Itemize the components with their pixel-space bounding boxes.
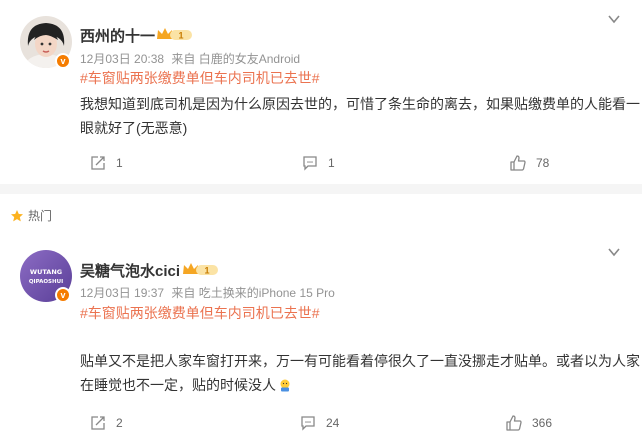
comment-button[interactable]: 24	[300, 415, 339, 431]
chevron-down-icon[interactable]	[606, 11, 622, 27]
hashtag-link[interactable]: #车窗贴两张缴费单但车内司机已去世#	[80, 68, 320, 88]
vip-level-label: 1	[204, 266, 209, 276]
post-content: 我想知道到底司机是因为什么原因去世的，可惜了条生命的离去，如果贴缴费单的人能看一…	[80, 96, 640, 136]
share-icon	[91, 416, 105, 430]
thumbs-up-icon	[510, 155, 526, 171]
post-card: v 西州的十一 1 12月03日 20:38 来自 白鹿的女友Android #…	[0, 0, 642, 184]
share-button[interactable]: 1	[90, 155, 123, 171]
comment-icon	[303, 156, 317, 171]
comment-count: 24	[326, 416, 340, 430]
share-icon	[91, 156, 105, 170]
hot-label: 热门	[28, 209, 53, 223]
verified-badge-icon: v	[55, 287, 71, 303]
avatar-logo-line2: QIPAOSHUI	[29, 279, 63, 285]
comment-count: 1	[328, 156, 335, 170]
section-divider	[0, 184, 642, 194]
share-count: 1	[116, 156, 123, 170]
post-content: 贴单又不是把人家车窗打开来，万一有可能看着停很久了一直没挪走才贴单。或者以为人家…	[80, 349, 640, 397]
shrug-emoji-icon	[280, 379, 290, 392]
post-meta: 12月03日 19:37 来自 吃土换来的iPhone 15 Pro	[80, 284, 339, 301]
chevron-down-icon[interactable]	[606, 244, 622, 260]
post-source: 来自 吃土换来的iPhone 15 Pro	[171, 286, 335, 300]
hot-section-header: 热门	[10, 207, 52, 224]
like-button[interactable]: 366	[506, 415, 552, 431]
like-button[interactable]: 78	[510, 155, 549, 171]
post-meta: 12月03日 20:38 来自 白鹿的女友Android	[80, 50, 304, 67]
vip-level-icon: 1	[183, 263, 218, 276]
username[interactable]: 吴糖气泡水cici	[80, 260, 180, 281]
hashtag-link[interactable]: #车窗贴两张缴费单但车内司机已去世#	[80, 303, 320, 323]
comment-button[interactable]: 1	[302, 155, 335, 171]
post-date[interactable]: 12月03日 20:38	[80, 52, 164, 66]
post-card: WUTANG QIPAOSHUI v 吴糖气泡水cici 1 12月03日 19…	[0, 230, 642, 438]
share-count: 2	[116, 416, 123, 430]
share-button[interactable]: 2	[90, 415, 123, 431]
star-icon	[11, 209, 23, 221]
thumbs-up-icon	[506, 415, 522, 431]
vip-level-icon: 1	[157, 28, 192, 41]
post-source: 来自 白鹿的女友Android	[171, 52, 301, 66]
post-date[interactable]: 12月03日 19:37	[80, 286, 164, 300]
post-content-text: 贴单又不是把人家车窗打开来，万一有可能看着停很久了一直没挪走才贴单。或者以为人家…	[80, 353, 640, 393]
like-count: 366	[532, 416, 553, 430]
vip-level-label: 1	[178, 31, 183, 41]
avatar-logo-line1: WUTANG	[30, 268, 62, 276]
username[interactable]: 西州的十一	[80, 25, 155, 46]
verified-badge-icon: v	[55, 53, 71, 69]
like-count: 78	[536, 156, 550, 170]
comment-icon	[301, 416, 315, 431]
